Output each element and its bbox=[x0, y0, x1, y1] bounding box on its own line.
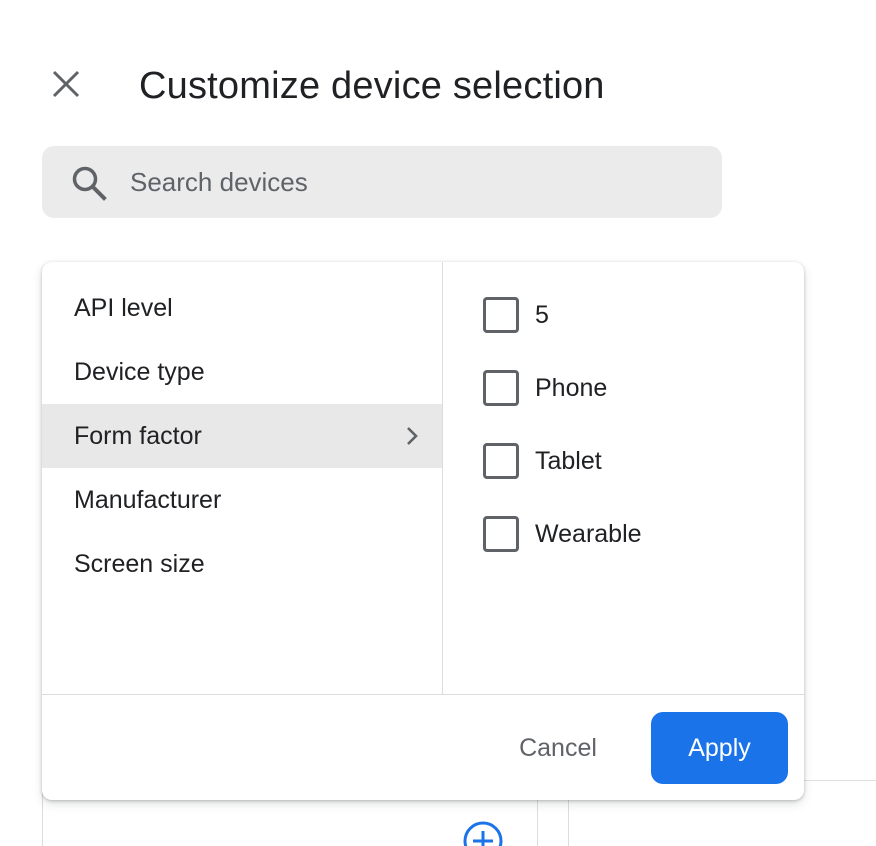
filter-option-tablet[interactable]: Tablet bbox=[483, 443, 642, 516]
checkbox[interactable] bbox=[483, 443, 519, 479]
add-circle-icon[interactable] bbox=[462, 820, 504, 846]
chevron-right-icon bbox=[400, 424, 424, 448]
filter-category-label: Form factor bbox=[74, 421, 202, 450]
page-title: Customize device selection bbox=[139, 65, 605, 107]
filter-option-phone[interactable]: Phone bbox=[483, 370, 642, 443]
search-input[interactable] bbox=[130, 160, 690, 204]
checkbox[interactable] bbox=[483, 370, 519, 406]
close-icon bbox=[51, 69, 81, 104]
filter-option-wearable[interactable]: Wearable bbox=[483, 516, 642, 589]
filter-category-list: API level Device type Form factor Manufa… bbox=[42, 276, 442, 596]
cancel-button[interactable]: Cancel bbox=[494, 712, 622, 784]
customize-device-selection-page: Customize device selection API level Dev… bbox=[0, 0, 876, 846]
filter-category-label: Manufacturer bbox=[74, 485, 222, 514]
filter-category-form-factor[interactable]: Form factor bbox=[42, 404, 442, 468]
filter-option-label: Wearable bbox=[535, 520, 642, 548]
filter-category-label: Device type bbox=[74, 357, 205, 386]
filter-panel: API level Device type Form factor Manufa… bbox=[42, 262, 804, 800]
filter-option-5[interactable]: 5 bbox=[483, 297, 642, 370]
filter-option-label: Tablet bbox=[535, 447, 602, 475]
filter-option-label: 5 bbox=[535, 301, 549, 329]
filter-option-label: Phone bbox=[535, 374, 608, 402]
panel-vertical-divider bbox=[442, 262, 443, 694]
checkbox[interactable] bbox=[483, 516, 519, 552]
filter-category-api-level[interactable]: API level bbox=[42, 276, 442, 340]
checkbox[interactable] bbox=[483, 297, 519, 333]
panel-horizontal-divider bbox=[42, 694, 804, 695]
apply-button[interactable]: Apply bbox=[651, 712, 788, 784]
filter-option-list: 5 Phone Tablet Wearable bbox=[483, 297, 642, 589]
search-icon bbox=[70, 164, 108, 202]
filter-category-screen-size[interactable]: Screen size bbox=[42, 532, 442, 596]
filter-category-label: API level bbox=[74, 293, 173, 322]
filter-category-label: Screen size bbox=[74, 549, 205, 578]
filter-category-manufacturer[interactable]: Manufacturer bbox=[42, 468, 442, 532]
filter-category-device-type[interactable]: Device type bbox=[42, 340, 442, 404]
close-button[interactable] bbox=[46, 66, 86, 106]
